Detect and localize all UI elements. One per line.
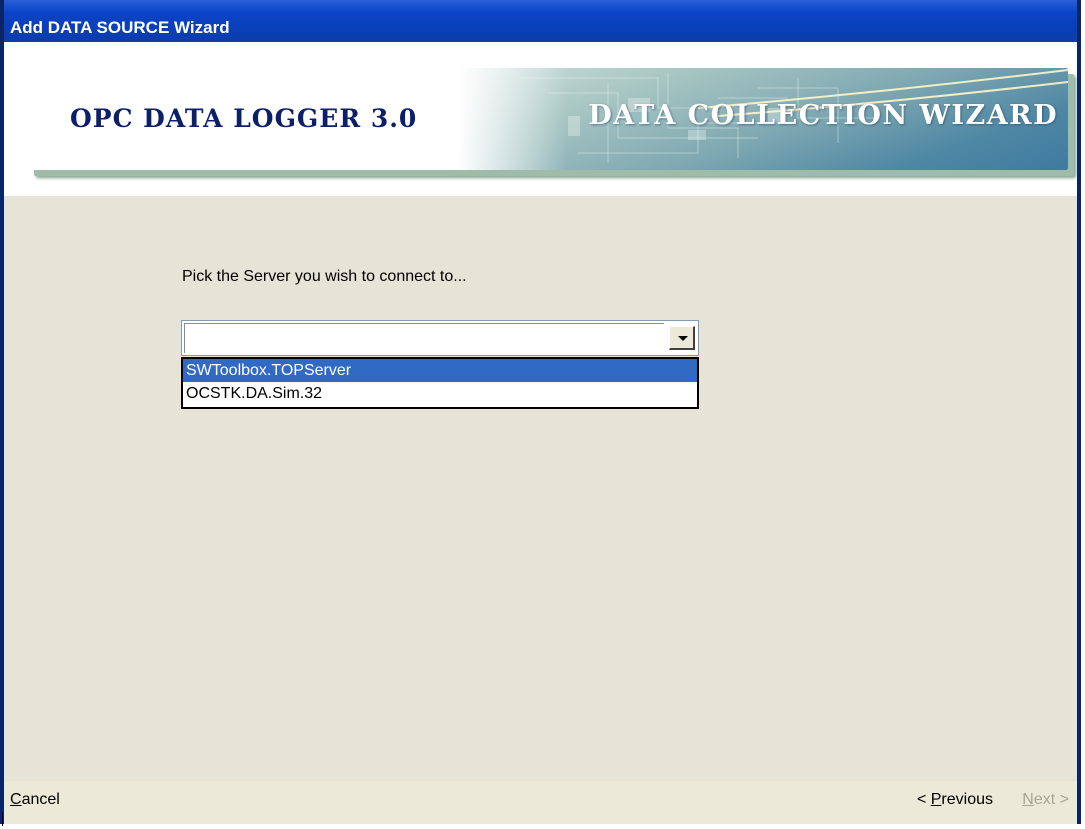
text-cursor-mark bbox=[2, 812, 3, 826]
dropdown-option-swtoolbox[interactable]: SWToolbox.TOPServer bbox=[183, 359, 697, 382]
cancel-button[interactable]: Cancel bbox=[10, 791, 60, 809]
server-combobox-text[interactable] bbox=[184, 323, 664, 353]
cancel-accelerator: C bbox=[10, 791, 22, 808]
window-title: Add DATA SOURCE Wizard bbox=[10, 18, 230, 37]
product-name: OPC DATA LOGGER 3.0 bbox=[70, 104, 418, 133]
server-prompt-label: Pick the Server you wish to connect to..… bbox=[182, 268, 467, 285]
next-accelerator: N bbox=[1022, 791, 1034, 808]
cancel-label: ancel bbox=[21, 791, 60, 808]
previous-accelerator: P bbox=[930, 791, 942, 808]
dropdown-option-ocstk[interactable]: OCSTK.DA.Sim.32 bbox=[183, 382, 697, 405]
wizard-footer: Cancel < Previous Next > bbox=[4, 781, 1077, 824]
server-dropdown-list[interactable]: SWToolbox.TOPServer OCSTK.DA.Sim.32 bbox=[181, 357, 699, 409]
dropdown-button[interactable] bbox=[669, 326, 695, 350]
previous-label: revious bbox=[941, 791, 993, 808]
previous-prefix: < bbox=[916, 791, 931, 808]
title-bar[interactable]: Add DATA SOURCE Wizard bbox=[4, 0, 1077, 42]
wizard-window: Add DATA SOURCE Wizard OPC DATA LOGGER 3… bbox=[0, 0, 1081, 824]
banner: OPC DATA LOGGER 3.0 DATA COLLECTION WIZA… bbox=[28, 68, 1068, 170]
next-button[interactable]: Next > bbox=[1022, 791, 1069, 809]
chevron-down-icon bbox=[678, 336, 688, 341]
next-label: ext > bbox=[1033, 791, 1069, 808]
banner-area: OPC DATA LOGGER 3.0 DATA COLLECTION WIZA… bbox=[4, 42, 1077, 196]
previous-button[interactable]: < Previous bbox=[917, 791, 993, 809]
server-combobox[interactable] bbox=[181, 320, 699, 356]
wizard-name: DATA COLLECTION WIZARD bbox=[588, 100, 1058, 131]
